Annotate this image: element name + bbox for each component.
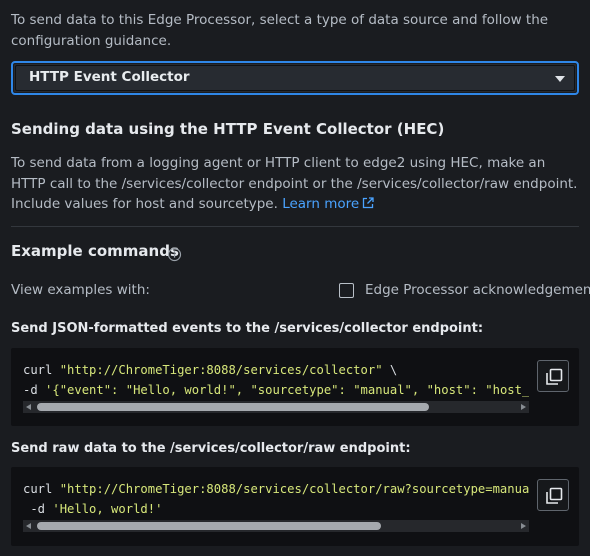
intro-text: To send data to this Edge Processor, sel… [11, 12, 549, 49]
hec-description: To send data from a logging agent or HTT… [11, 153, 583, 215]
json-code: curl "http://ChromeTiger:8088/services/c… [23, 360, 529, 400]
scrollbar-thumb[interactable] [37, 403, 429, 411]
example-commands-heading: Example commands [11, 242, 179, 260]
scroll-right-arrow[interactable] [521, 523, 526, 529]
code-line: curl "http://ChromeTiger:8088/services/c… [23, 360, 529, 380]
scroll-right-arrow[interactable] [521, 404, 526, 410]
code-line: -d 'Hello, world!' [23, 499, 529, 519]
scroll-left-arrow[interactable] [26, 404, 31, 410]
scrollbar-thumb[interactable] [37, 522, 381, 530]
scroll-left-arrow[interactable] [26, 523, 31, 529]
raw-code: curl "http://ChromeTiger:8088/services/c… [23, 479, 529, 519]
view-examples-label: View examples with: [11, 282, 150, 298]
external-link-icon [363, 197, 374, 209]
code-string: "http://ChromeTiger:8088/services/collec… [59, 482, 529, 496]
data-source-select-value: HTTP Event Collector [29, 69, 190, 85]
code-string: '{"event": "Hello, world!", "sourcetype"… [45, 383, 529, 397]
code-string: 'Hello, world!' [52, 502, 163, 516]
chevron-down-icon [555, 76, 565, 82]
json-code-scrollbar[interactable] [23, 401, 529, 413]
code-text: -d [23, 502, 53, 516]
raw-code-scrollbar[interactable] [23, 520, 529, 532]
code-text: curl [23, 482, 60, 496]
learn-more-link[interactable]: Learn more [282, 196, 374, 212]
ack-checkbox[interactable] [339, 283, 354, 298]
code-string: "http://ChromeTiger:8088/services/collec… [59, 363, 383, 377]
code-text: -d [23, 383, 46, 397]
code-line: curl "http://ChromeTiger:8088/services/c… [23, 479, 529, 499]
json-section-label: Send JSON-formatted events to the /servi… [11, 321, 484, 336]
code-text: \ [382, 363, 398, 377]
section-divider [11, 226, 579, 227]
copy-icon [546, 368, 563, 385]
hec-heading: Sending data using the HTTP Event Collec… [11, 120, 445, 138]
ack-checkbox-label[interactable]: Edge Processor acknowledgement [365, 282, 590, 298]
copy-raw-button[interactable] [537, 479, 569, 511]
code-line: -d '{"event": "Hello, world!", "sourcety… [23, 380, 529, 400]
learn-more-label: Learn more [282, 196, 360, 212]
raw-section-label: Send raw data to the /services/collector… [11, 441, 411, 456]
raw-code-block: curl "http://ChromeTiger:8088/services/c… [11, 467, 579, 546]
copy-icon [546, 487, 563, 504]
code-text: curl [23, 363, 60, 377]
json-code-block: curl "http://ChromeTiger:8088/services/c… [11, 348, 579, 426]
data-source-select[interactable]: HTTP Event Collector [11, 61, 579, 95]
copy-json-button[interactable] [537, 360, 569, 392]
info-icon[interactable] [167, 247, 182, 262]
